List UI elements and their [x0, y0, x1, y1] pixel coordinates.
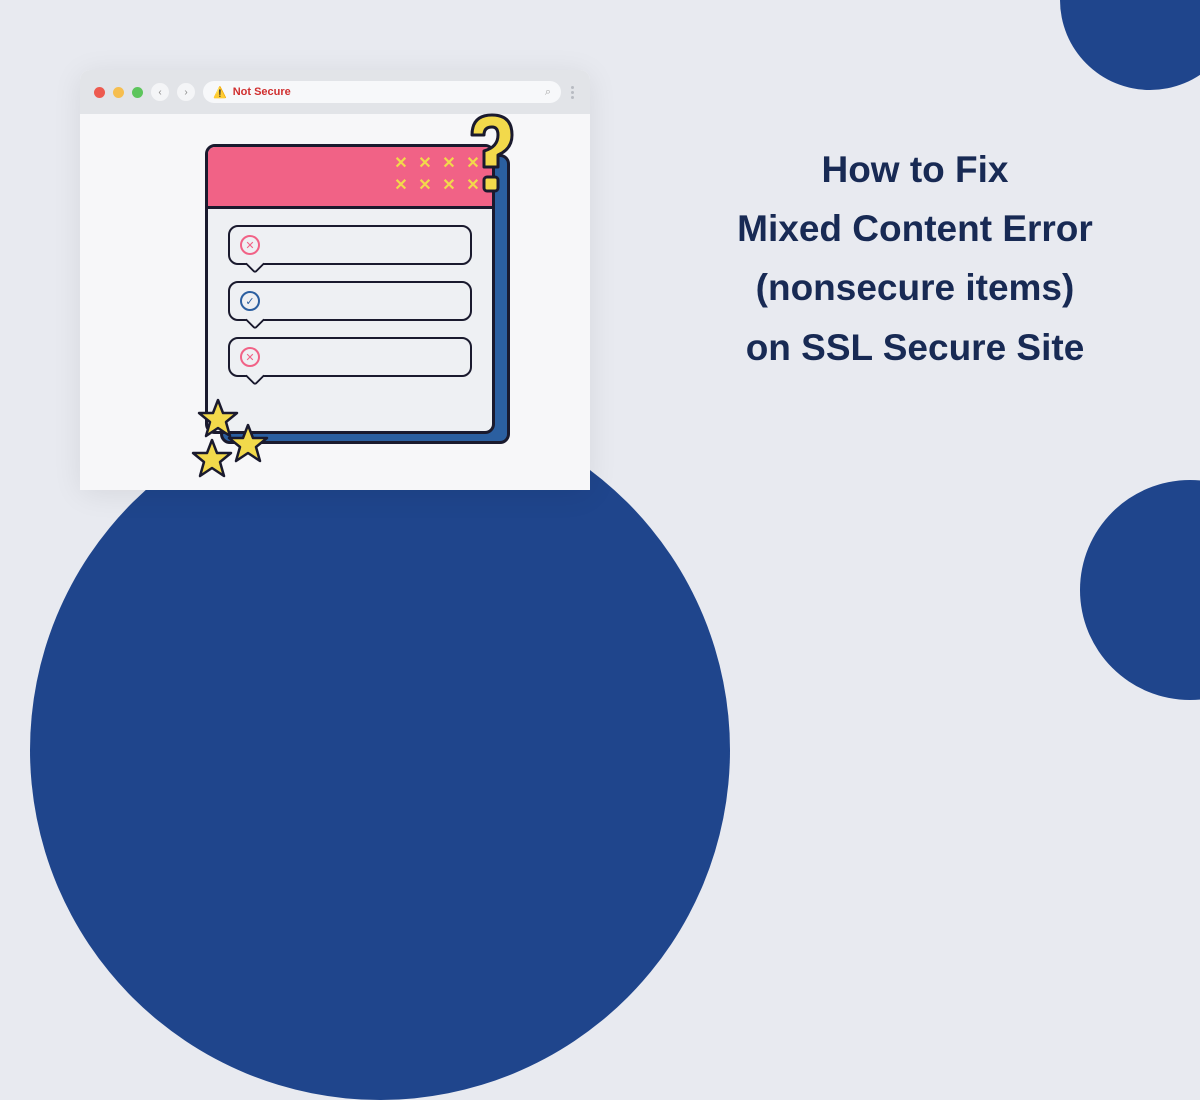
list-item: ✕	[228, 225, 472, 265]
decorative-circle-top	[1060, 0, 1200, 90]
success-icon: ✓	[240, 291, 260, 311]
search-icon: ⌕	[545, 86, 551, 99]
warning-icon: ⚠️	[213, 86, 227, 99]
headline-line3: (nonsecure items)	[680, 258, 1150, 317]
decorative-circle-bottom-left	[30, 400, 730, 1100]
card-header: ✕ ✕ ✕ ✕ ✕ ✕ ✕ ✕	[208, 147, 492, 209]
question-mark-icon	[454, 107, 524, 207]
content-card: ✕ ✕ ✕ ✕ ✕ ✕ ✕ ✕ ✕ ✓ ✕	[205, 144, 495, 434]
browser-viewport: ✕ ✕ ✕ ✕ ✕ ✕ ✕ ✕ ✕ ✓ ✕	[80, 114, 590, 490]
back-button[interactable]: ‹	[151, 83, 169, 101]
list-item: ✕	[228, 337, 472, 377]
x-icon: ✕	[392, 155, 410, 173]
x-icon: ✕	[392, 177, 410, 195]
error-icon: ✕	[240, 347, 260, 367]
browser-window: ‹ › ⚠️ Not Secure ⌕ ✕ ✕ ✕ ✕ ✕ ✕ ✕ ✕	[80, 70, 590, 490]
decorative-circle-bottom-right	[1080, 480, 1200, 700]
window-maximize-dot	[132, 87, 143, 98]
x-icon: ✕	[416, 155, 434, 173]
window-close-dot	[94, 87, 105, 98]
headline-line4: on SSL Secure Site	[680, 318, 1150, 377]
list-item: ✓	[228, 281, 472, 321]
menu-button[interactable]	[569, 86, 576, 99]
headline-line2: Mixed Content Error	[680, 199, 1150, 258]
forward-button[interactable]: ›	[177, 83, 195, 101]
x-icon: ✕	[416, 177, 434, 195]
address-bar[interactable]: ⚠️ Not Secure ⌕	[203, 81, 561, 103]
page-title: How to Fix Mixed Content Error (nonsecur…	[680, 140, 1150, 377]
window-minimize-dot	[113, 87, 124, 98]
stars-decoration	[190, 395, 280, 480]
error-icon: ✕	[240, 235, 260, 255]
security-status: Not Secure	[233, 86, 291, 98]
headline-line1: How to Fix	[680, 140, 1150, 199]
